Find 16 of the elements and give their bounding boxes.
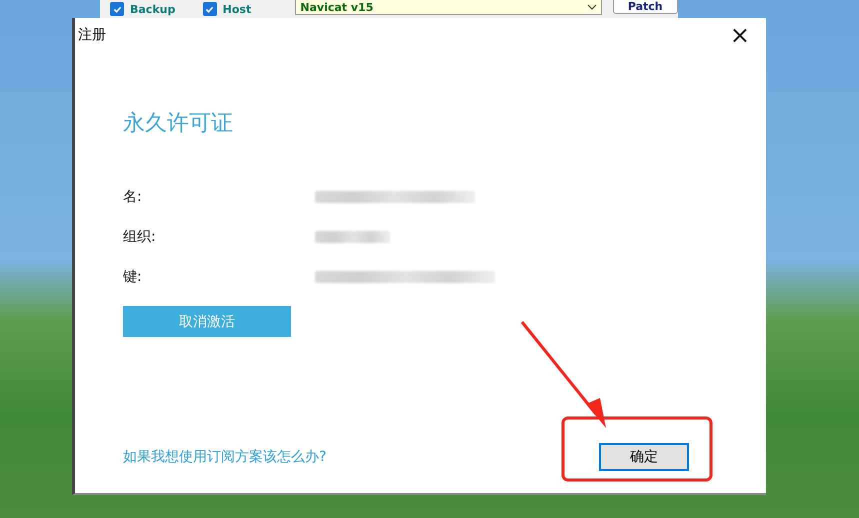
checkmark-icon xyxy=(112,4,122,14)
checkbox[interactable] xyxy=(202,2,217,16)
product-dropdown[interactable]: Navicat v15 xyxy=(295,0,602,15)
checkbox-label: Host xyxy=(222,2,252,16)
close-button[interactable]: × xyxy=(726,23,754,47)
field-label: 名: xyxy=(123,188,143,206)
chevron-down-icon xyxy=(586,4,597,10)
ok-button[interactable]: 确定 xyxy=(599,443,689,471)
checkmark-icon xyxy=(205,4,214,14)
checkbox[interactable] xyxy=(110,2,124,16)
field-label: 键: xyxy=(123,268,143,286)
patch-button[interactable]: Patch xyxy=(612,0,678,14)
field-label: 组织: xyxy=(123,228,157,246)
window-title: 注册 xyxy=(78,26,106,44)
checkbox-label: Backup xyxy=(130,2,176,16)
license-heading: 永久许可证 xyxy=(123,110,234,138)
